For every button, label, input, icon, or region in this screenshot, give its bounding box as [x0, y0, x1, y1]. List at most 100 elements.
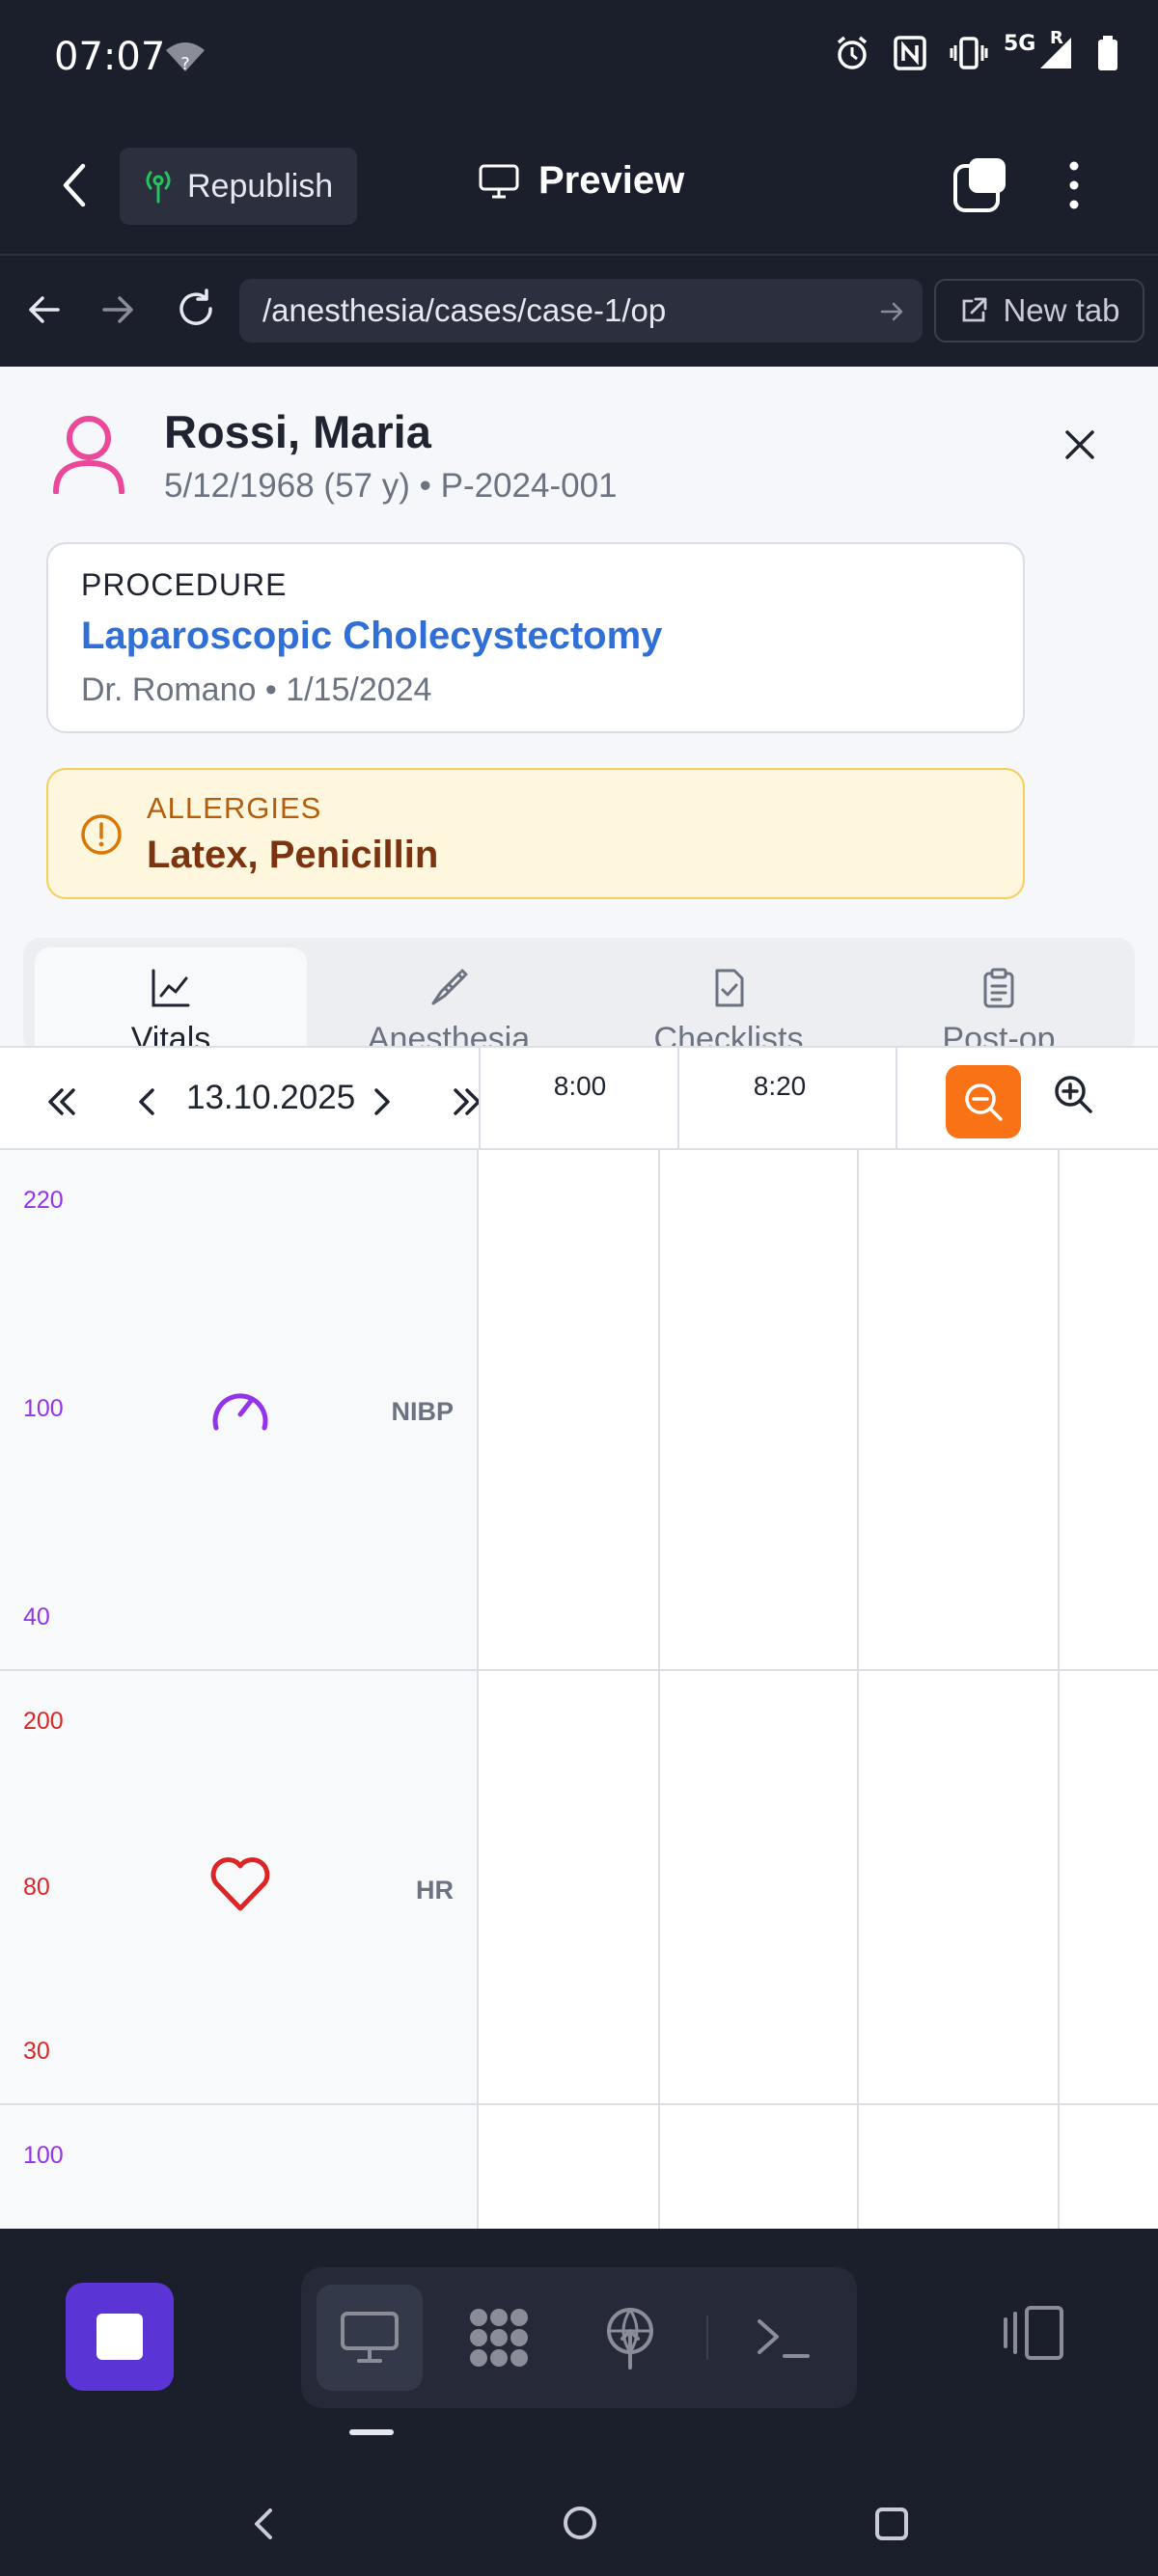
status-bar: 07:07 ? 5G R: [0, 0, 1158, 116]
tab-anesthesia[interactable]: Anesthesia: [313, 947, 585, 1054]
dock-tool-group: [301, 2267, 857, 2408]
url-input[interactable]: /anesthesia/cases/case-1/op: [239, 279, 923, 343]
stop-button[interactable]: [66, 2283, 174, 2391]
zoom-controls: [896, 1048, 1158, 1150]
system-home-icon[interactable]: [562, 2505, 598, 2541]
side-panel-icon[interactable]: [1000, 2304, 1067, 2362]
bottom-dock: [0, 2229, 1158, 2470]
status-time: 07:07: [54, 35, 166, 79]
monitor-icon: [479, 164, 519, 199]
vital-legend: 100: [0, 2105, 479, 2229]
roaming-indicator: R: [1050, 28, 1063, 48]
procedure-card: PROCEDURE Laparoscopic Cholecystectomy D…: [46, 542, 1025, 733]
reload-icon[interactable]: [174, 287, 218, 331]
zoom-out-button[interactable]: [946, 1065, 1021, 1138]
publish-dock-button[interactable]: [577, 2285, 683, 2391]
vital-legend: 200 80 30 HR: [0, 1671, 479, 2103]
clipboard-icon: [978, 967, 1020, 1009]
scale-mid: 80: [23, 1874, 50, 1901]
signal-icon: 5G R: [1004, 28, 1073, 70]
gridline: [658, 1671, 660, 2103]
system-recents-icon[interactable]: [874, 2507, 909, 2541]
integrations-dock-button[interactable]: [446, 2285, 552, 2391]
time-label: 8:00: [553, 1071, 607, 1101]
procedure-name: Laparoscopic Cholecystectomy: [81, 615, 663, 657]
dock-separator: [706, 2316, 708, 2360]
scale-max: 100: [23, 2142, 64, 2169]
vital-plot-area[interactable]: [479, 2105, 1158, 2229]
chart-toolbar: 13.10.2025 8:00 8:20: [0, 1046, 1158, 1150]
user-icon: [50, 413, 127, 494]
vital-row-spo2: 100: [0, 2105, 1158, 2229]
close-icon[interactable]: [1060, 425, 1100, 465]
gridline: [857, 1671, 859, 2103]
vital-name: NIBP: [391, 1397, 454, 1426]
arrow-left-icon[interactable]: [25, 290, 64, 329]
more-options-icon[interactable]: [1058, 156, 1090, 214]
republish-label: Republish: [187, 167, 334, 205]
monitor-icon: [340, 2311, 400, 2365]
tab-post-op[interactable]: Post-op: [863, 947, 1135, 1054]
alert-circle-icon: [79, 812, 124, 857]
antenna-icon: [143, 169, 174, 204]
allergy-label: ALLERGIES: [147, 791, 322, 825]
network-type: 5G: [1004, 32, 1036, 56]
chevron-right-icon[interactable]: [367, 1082, 398, 1121]
vital-name: HR: [416, 1876, 454, 1905]
preview-label: Preview: [538, 159, 685, 202]
scale-min: 40: [23, 1603, 50, 1631]
allergy-card: ALLERGIES Latex, Penicillin: [46, 768, 1025, 899]
tabs-switcher-icon[interactable]: [951, 156, 1009, 214]
system-back-icon[interactable]: [249, 2505, 278, 2543]
console-dock-button[interactable]: [730, 2285, 836, 2391]
stop-icon: [96, 2314, 143, 2360]
preview-dock-button[interactable]: [317, 2285, 423, 2391]
nfc-icon: [894, 36, 926, 70]
preview-title: Preview: [479, 159, 684, 203]
go-arrow-icon[interactable]: [878, 298, 905, 325]
case-tabs: Vitals Anesthesia Checklists Post-op: [23, 938, 1135, 1054]
time-column: 8:00: [479, 1048, 677, 1150]
gridline: [1058, 1671, 1060, 2103]
allergy-value: Latex, Penicillin: [147, 834, 439, 876]
new-tab-button[interactable]: New tab: [934, 279, 1144, 343]
republish-button[interactable]: Republish: [120, 148, 357, 225]
vibrate-icon: [950, 36, 988, 70]
file-check-icon: [707, 967, 750, 1009]
heart-icon: [208, 1854, 272, 1912]
new-tab-label: New tab: [1003, 292, 1120, 328]
zoom-in-icon[interactable]: [1052, 1073, 1094, 1115]
svg-text:?: ?: [180, 54, 190, 73]
gridline: [857, 2105, 859, 2229]
status-icons: 5G R: [834, 28, 1119, 71]
vital-plot-area[interactable]: [479, 1671, 1158, 2103]
tab-checklists[interactable]: Checklists: [593, 947, 865, 1054]
url-text: /anesthesia/cases/case-1/op: [262, 292, 667, 328]
patient-name: Rossi, Maria: [164, 406, 431, 457]
wifi-icon: ?: [164, 41, 207, 73]
chart-date[interactable]: 13.10.2025: [186, 1079, 355, 1117]
web-content: Rossi, Maria 5/12/1968 (57 y) • P-2024-0…: [0, 367, 1158, 2229]
gauge-icon: [208, 1380, 272, 1436]
time-label: 8:20: [753, 1071, 807, 1101]
line-chart-icon: [150, 967, 192, 1009]
antenna-icon: [601, 2306, 659, 2370]
back-icon[interactable]: [54, 156, 96, 214]
gridline: [658, 2105, 660, 2229]
vital-plot-area[interactable]: [479, 1150, 1158, 1669]
zoom-out-icon: [962, 1081, 1005, 1123]
vital-row-hr: 200 80 30 HR: [0, 1671, 1158, 2105]
browser-url-bar: /anesthesia/cases/case-1/op New tab: [0, 256, 1158, 367]
app-bar: Republish Preview: [0, 116, 1158, 256]
chevrons-left-icon[interactable]: [42, 1082, 81, 1121]
gridline: [857, 1150, 859, 1669]
procedure-label: PROCEDURE: [81, 567, 288, 602]
terminal-icon: [754, 2314, 812, 2362]
arrow-right-icon[interactable]: [98, 290, 137, 329]
chevron-left-icon[interactable]: [131, 1082, 162, 1121]
vital-row-nibp: 220 100 40 NIBP: [0, 1150, 1158, 1671]
dock-active-indicator: [349, 2429, 394, 2435]
tab-vitals[interactable]: Vitals: [35, 947, 307, 1054]
vital-legend: 220 100 40 NIBP: [0, 1150, 479, 1669]
system-navigation-bar: [0, 2470, 1158, 2576]
